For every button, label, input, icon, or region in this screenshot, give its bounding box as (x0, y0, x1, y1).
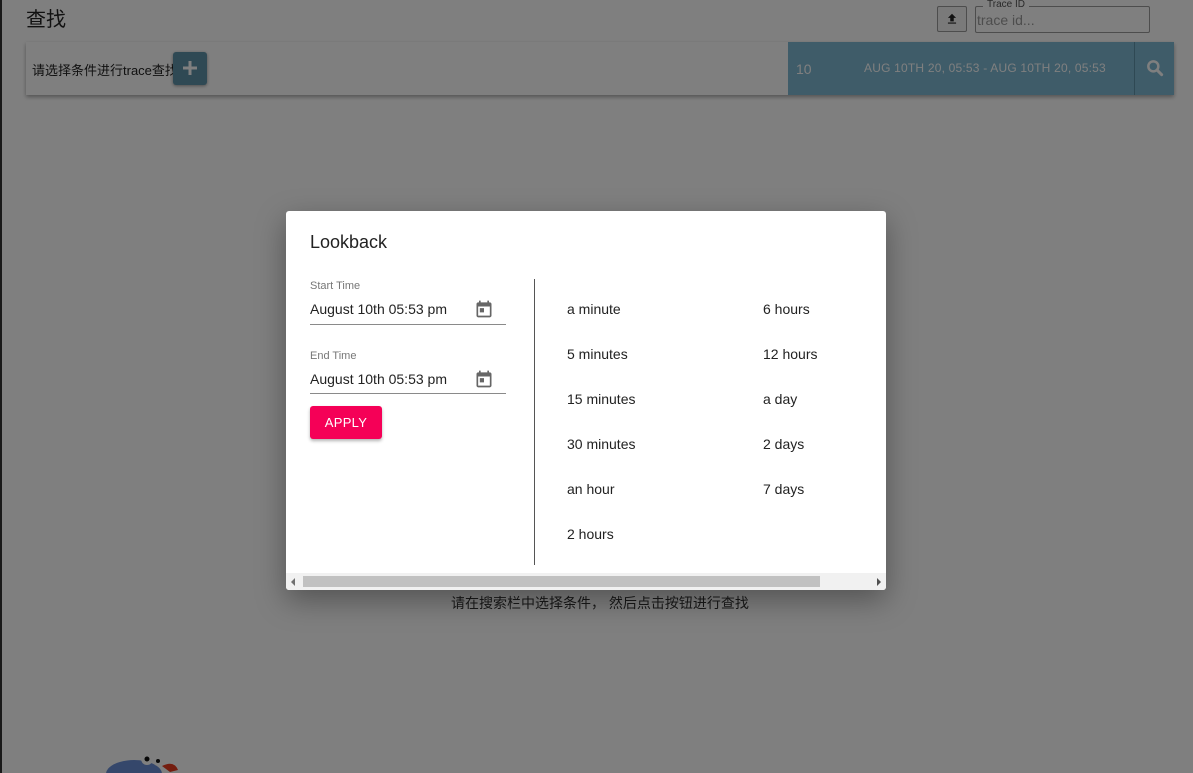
preset-2-days[interactable]: 2 days (763, 436, 804, 452)
calendar-icon[interactable] (474, 369, 494, 389)
dialog-divider (534, 279, 535, 565)
preset-a-minute[interactable]: a minute (567, 301, 621, 317)
start-time-underline (310, 324, 506, 325)
apply-button[interactable]: APPLY (310, 406, 382, 439)
start-time-field[interactable]: August 10th 05:53 pm (310, 301, 447, 317)
start-time-label: Start Time (310, 280, 361, 292)
dialog-title: Lookback (310, 232, 388, 252)
preset-12-hours[interactable]: 12 hours (763, 346, 817, 362)
preset-7-days[interactable]: 7 days (763, 481, 804, 497)
end-time-underline (310, 393, 506, 394)
preset-5-minutes[interactable]: 5 minutes (567, 346, 628, 362)
end-time-field[interactable]: August 10th 05:53 pm (310, 371, 447, 387)
calendar-icon[interactable] (474, 299, 494, 319)
preset-a-day[interactable]: a day (763, 391, 797, 407)
scrollbar-thumb[interactable] (303, 576, 820, 587)
preset-15-minutes[interactable]: 15 minutes (567, 391, 635, 407)
horizontal-scrollbar[interactable] (286, 573, 886, 590)
end-time-label: End Time (310, 350, 357, 362)
lookback-dialog: Lookback Start Time August 10th 05:53 pm… (286, 211, 886, 590)
scroll-right-arrow-icon[interactable] (877, 578, 881, 586)
preset-6-hours[interactable]: 6 hours (763, 301, 810, 317)
preset-2-hours[interactable]: 2 hours (567, 526, 614, 542)
preset-30-minutes[interactable]: 30 minutes (567, 436, 635, 452)
scroll-left-arrow-icon[interactable] (291, 578, 295, 586)
preset-an-hour[interactable]: an hour (567, 481, 614, 497)
